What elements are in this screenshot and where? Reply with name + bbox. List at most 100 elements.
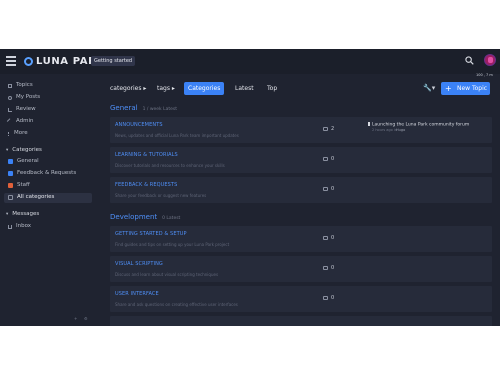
section-title: Messages: [12, 211, 40, 217]
category-row[interactable]: USER INTERFACE Share and ask questions o…: [110, 286, 492, 312]
category-row-partial[interactable]: [110, 316, 492, 326]
category-color-square: [8, 183, 13, 188]
category-description: Share and ask questions on creating effe…: [115, 302, 238, 307]
top-bar: LUNA PARK Getting started 100 , 7 m: [0, 49, 500, 77]
logo-mark-icon: [24, 57, 33, 66]
latest-topic-title[interactable]: Launching the Luna Park community forum: [372, 123, 469, 128]
plus-icon: +: [445, 84, 452, 93]
app-window: LUNA PARK Getting started 100 , 7 m Topi…: [0, 49, 500, 326]
tags-dropdown[interactable]: tags ▸: [157, 82, 175, 95]
main-content: categories ▸ tags ▸ Categories Latest To…: [106, 74, 500, 326]
topics-count-icon: [323, 127, 328, 131]
category-row[interactable]: ANNOUNCEMENTS News, updates and official…: [110, 117, 492, 143]
sidebar: Topics My Posts Review Admin More ▾ Cate…: [0, 74, 96, 326]
sidebar-item-label: More: [14, 130, 28, 136]
category-color-square: [8, 159, 13, 164]
sidebar-item-label: Feedback & Requests: [17, 170, 77, 176]
category-row[interactable]: LEARNING & TUTORIALS Discover tutorials …: [110, 147, 492, 173]
section-header-development[interactable]: Development 0 Latest: [110, 213, 180, 221]
sidebar-item-more[interactable]: More: [8, 129, 28, 138]
sidebar-item-inbox[interactable]: Inbox: [8, 222, 31, 231]
sidebar-item-label: General: [17, 158, 39, 164]
chevron-down-icon: ▾: [6, 211, 9, 217]
topic-count: 0: [323, 235, 334, 241]
sidebar-add-icon[interactable]: +: [74, 316, 77, 321]
dropdown-label: categories: [110, 85, 142, 92]
categories-section-toggle[interactable]: ▾ Categories: [6, 147, 42, 153]
topic-count: 0: [323, 265, 334, 271]
sidebar-settings-icon[interactable]: ⚙: [84, 316, 88, 321]
messages-section-toggle[interactable]: ▾ Messages: [6, 211, 39, 217]
section-name: General: [110, 104, 138, 112]
sidebar-item-label: All categories: [17, 194, 55, 200]
chevron-right-icon: ▸: [171, 85, 175, 92]
sidebar-category-general[interactable]: General: [8, 157, 39, 166]
admin-icon: [6, 118, 14, 125]
posts-icon: [8, 95, 12, 100]
tab-categories[interactable]: Categories: [184, 82, 225, 95]
latest-topic[interactable]: Launching the Luna Park community forum …: [368, 122, 469, 132]
search-icon[interactable]: [465, 56, 474, 65]
category-title[interactable]: USER INTERFACE: [115, 291, 159, 297]
count-value: 0: [331, 235, 335, 241]
pin-icon: [368, 122, 370, 126]
category-row[interactable]: FEEDBACK & REQUESTS Share your feedback …: [110, 177, 492, 203]
category-title[interactable]: GETTING STARTED & SETUP: [115, 231, 187, 237]
chevron-right-icon: ▸: [143, 85, 147, 92]
topics-icon: [8, 83, 12, 88]
latest-topic-time: 2 hours ago in: [372, 128, 398, 132]
categories-dropdown[interactable]: categories ▸: [110, 82, 146, 95]
sidebar-item-review[interactable]: Review: [8, 105, 36, 114]
section-name: Development: [110, 213, 158, 221]
sidebar-category-feedback[interactable]: Feedback & Requests: [8, 169, 76, 178]
getting-started-button[interactable]: Getting started: [91, 56, 136, 66]
chevron-down-icon: ▾: [6, 147, 9, 153]
category-description: Find guides and tips on setting up your …: [115, 242, 230, 247]
topics-count-icon: [323, 296, 328, 300]
category-row[interactable]: VISUAL SCRIPTING Discuss and learn about…: [110, 256, 492, 282]
category-row[interactable]: GETTING STARTED & SETUP Find guides and …: [110, 226, 492, 252]
topics-count-icon: [323, 187, 328, 191]
sidebar-item-label: My Posts: [16, 94, 41, 100]
wrench-icon[interactable]: 🔧▾: [423, 84, 435, 92]
new-topic-button[interactable]: + New Topic: [441, 82, 490, 95]
topics-count-icon: [323, 157, 328, 161]
hamburger-menu-icon[interactable]: [6, 56, 16, 66]
section-meta: 0 Latest: [162, 216, 181, 221]
tab-latest[interactable]: Latest: [235, 82, 254, 95]
review-icon: [8, 107, 12, 112]
category-title[interactable]: LEARNING & TUTORIALS: [115, 152, 178, 158]
sidebar-item-my-posts[interactable]: My Posts: [8, 93, 40, 102]
topic-count: 0: [323, 295, 334, 301]
sidebar-item-label: Inbox: [16, 223, 32, 229]
sidebar-item-admin[interactable]: Admin: [6, 117, 34, 126]
sidebar-item-label: Topics: [16, 82, 33, 88]
latest-topic-user[interactable]: Hugo: [396, 128, 405, 132]
count-value: 0: [331, 265, 335, 271]
count-value: 0: [331, 295, 335, 301]
sidebar-category-all[interactable]: All categories: [8, 193, 54, 202]
category-title[interactable]: ANNOUNCEMENTS: [115, 122, 163, 128]
count-value: 0: [331, 186, 335, 192]
sidebar-item-label: Admin: [16, 118, 34, 124]
all-categories-icon: [8, 195, 13, 200]
sidebar-item-label: Review: [16, 106, 36, 112]
sidebar-category-staff[interactable]: Staff: [8, 181, 30, 190]
more-icon: [8, 131, 10, 136]
category-description: Discuss and learn about visual scripting…: [115, 272, 219, 277]
sidebar-item-label: Staff: [17, 182, 30, 188]
category-description: Discover tutorials and resources to enha…: [115, 163, 225, 168]
category-color-square: [8, 171, 13, 176]
dropdown-label: tags: [157, 85, 170, 92]
new-topic-label: New Topic: [457, 85, 488, 92]
topic-count: 2: [323, 126, 334, 132]
category-title[interactable]: FEEDBACK & REQUESTS: [115, 182, 177, 188]
category-title[interactable]: VISUAL SCRIPTING: [115, 261, 163, 267]
section-meta: 1 / week Latest: [142, 107, 177, 112]
sidebar-item-topics[interactable]: Topics: [8, 81, 33, 90]
user-avatar[interactable]: [484, 54, 496, 66]
section-header-general[interactable]: General 1 / week Latest: [110, 104, 177, 112]
category-description: News, updates and official Luna Park tea…: [115, 133, 239, 138]
topic-count: 0: [323, 186, 334, 192]
tab-top[interactable]: Top: [267, 82, 277, 95]
